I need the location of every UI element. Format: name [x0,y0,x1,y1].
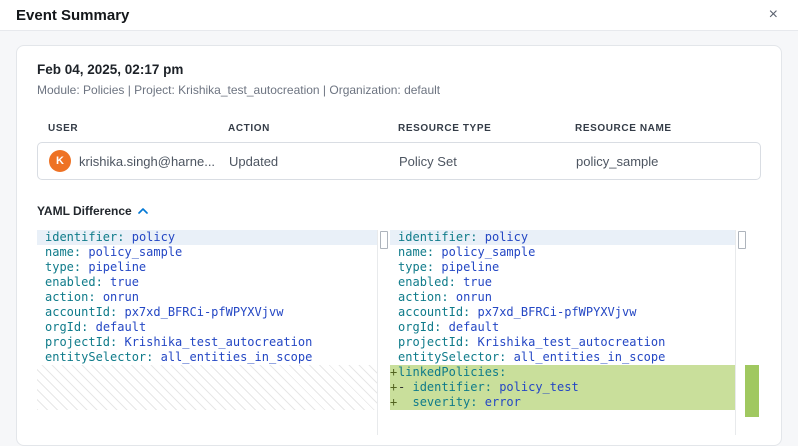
user-email: krishika.singh@harne... [79,154,215,169]
code-line-added: + severity: error [390,395,735,410]
diff-scrollbar[interactable] [735,230,761,435]
avatar: K [49,150,71,172]
code-line: name: policy_sample [37,245,377,260]
page-title: Event Summary [16,7,129,24]
right-scrollbar-thumb[interactable] [738,231,746,249]
code-line: projectId: Krishika_test_autocreation [37,335,377,350]
modal-header: Event Summary × [0,0,798,31]
code-line: enabled: true [390,275,735,290]
column-header-resource-name: RESOURCE NAME [575,123,750,134]
close-icon[interactable]: × [765,5,782,25]
column-header-resource-type: RESOURCE TYPE [398,123,575,134]
yaml-difference-label: YAML Difference [37,204,132,218]
code-line: accountId: px7xd_BFRCi-pfWPYXVjvw [390,305,735,320]
event-card: Feb 04, 2025, 02:17 pm Module: Policies … [16,45,782,446]
yaml-difference-toggle[interactable]: YAML Difference [37,204,148,218]
resource-name-cell: policy_sample [576,154,749,169]
scrollbar-added-marker [745,365,759,417]
code-line: name: policy_sample [390,245,735,260]
modal-content: Feb 04, 2025, 02:17 pm Module: Policies … [0,31,798,446]
event-meta: Module: Policies | Project: Krishika_tes… [37,83,761,97]
code-line: entitySelector: all_entities_in_scope [390,350,735,365]
column-header-user: USER [48,123,228,134]
code-line-added: +linkedPolicies: [390,365,735,380]
action-cell: Updated [229,154,399,169]
table-row: K krishika.singh@harne... Updated Policy… [37,142,761,180]
column-header-action: ACTION [228,123,398,134]
code-line: projectId: Krishika_test_autocreation [390,335,735,350]
code-line: identifier: policy [390,230,735,245]
diff-pane-modified[interactable]: identifier: policyname: policy_sampletyp… [390,230,735,435]
code-line: action: onrun [390,290,735,305]
event-summary-modal: Event Summary × Feb 04, 2025, 02:17 pm M… [0,0,798,446]
user-cell: K krishika.singh@harne... [49,150,229,172]
code-line: accountId: px7xd_BFRCi-pfWPYXVjvw [37,305,377,320]
code-line: orgId: default [37,320,377,335]
event-timestamp: Feb 04, 2025, 02:17 pm [37,62,761,77]
diff-pane-original[interactable]: identifier: policyname: policy_sampletyp… [37,230,377,435]
missing-lines-placeholder [37,365,377,410]
resource-type-cell: Policy Set [399,154,576,169]
yaml-diff-editor: identifier: policyname: policy_sampletyp… [37,230,761,435]
diff-splitter[interactable] [377,230,390,435]
code-line: identifier: policy [37,230,377,245]
left-scrollbar-thumb[interactable] [380,231,388,249]
code-line: entitySelector: all_entities_in_scope [37,350,377,365]
code-line: type: pipeline [37,260,377,275]
chevron-up-icon [138,208,148,214]
code-line: action: onrun [37,290,377,305]
code-line: orgId: default [390,320,735,335]
code-line-added: +- identifier: policy_test [390,380,735,395]
code-line: enabled: true [37,275,377,290]
table-header: USER ACTION RESOURCE TYPE RESOURCE NAME [37,123,761,134]
code-line: type: pipeline [390,260,735,275]
